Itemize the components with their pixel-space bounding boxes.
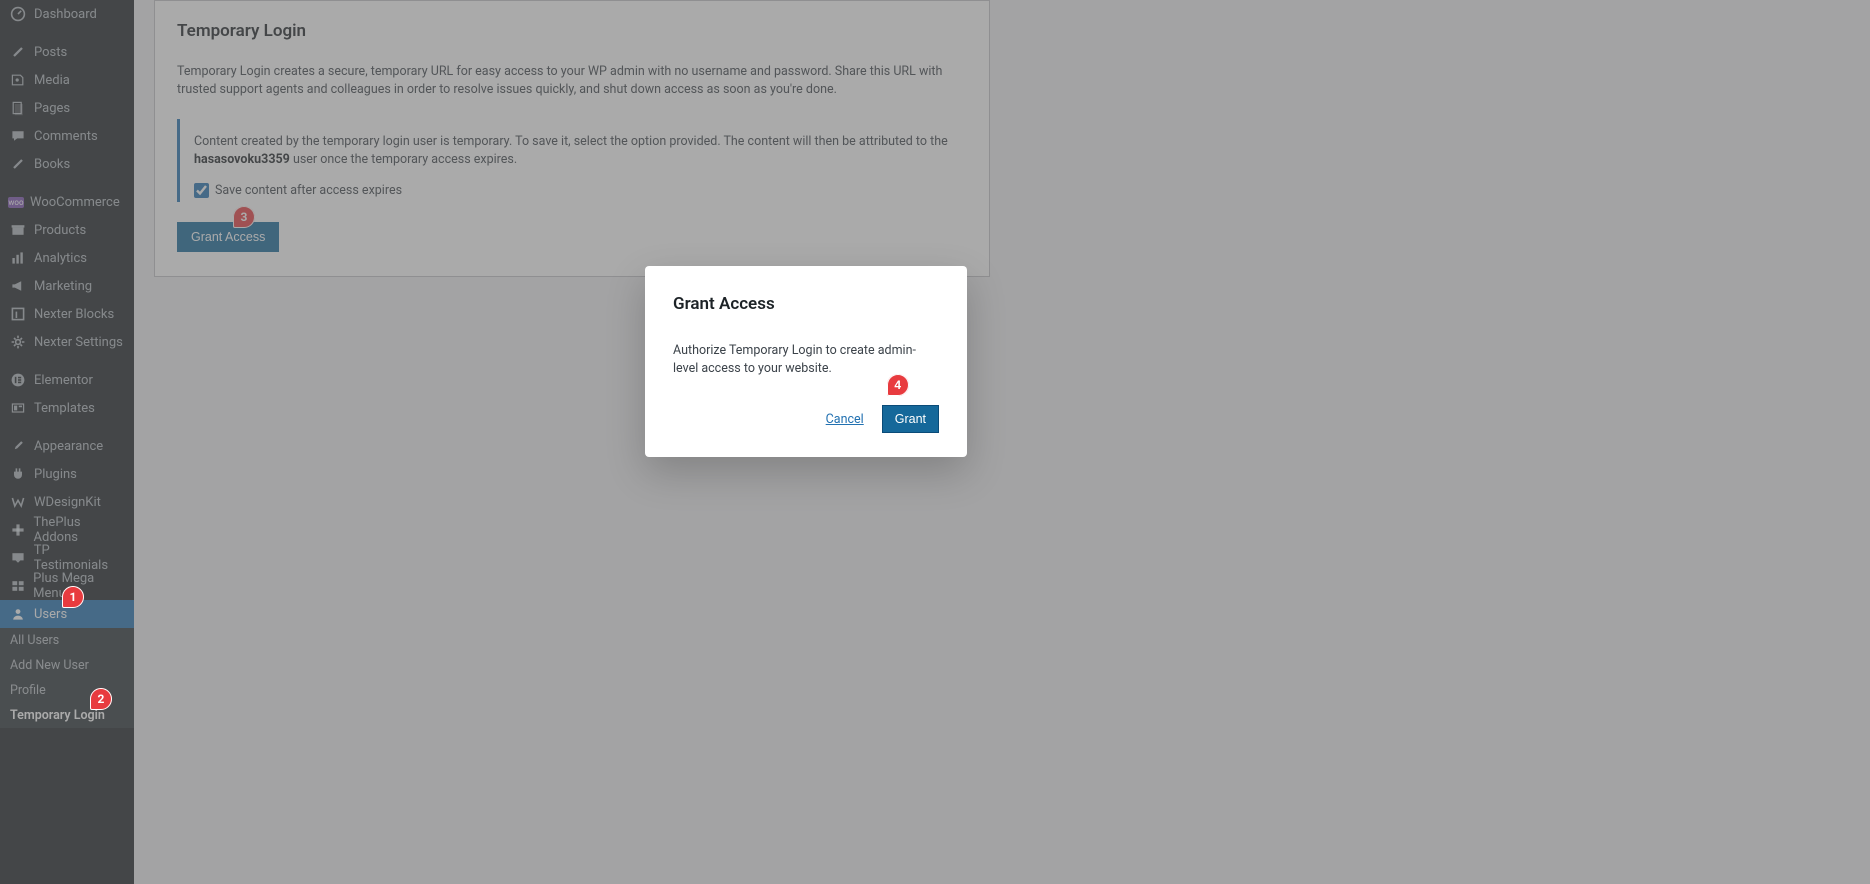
grant-button-label: Grant — [895, 412, 926, 426]
modal-body: Authorize Temporary Login to create admi… — [673, 342, 939, 377]
annotation-badge-4: 4 — [887, 374, 909, 396]
grant-access-modal: Grant Access Authorize Temporary Login t… — [645, 266, 967, 457]
cancel-link[interactable]: Cancel — [826, 412, 864, 427]
annotation-badge-2: 2 — [90, 688, 112, 710]
modal-actions: Cancel Grant 4 — [673, 405, 939, 433]
annotation-badge-1: 1 — [62, 586, 84, 608]
grant-button[interactable]: Grant 4 — [882, 405, 939, 433]
modal-title: Grant Access — [673, 294, 939, 314]
